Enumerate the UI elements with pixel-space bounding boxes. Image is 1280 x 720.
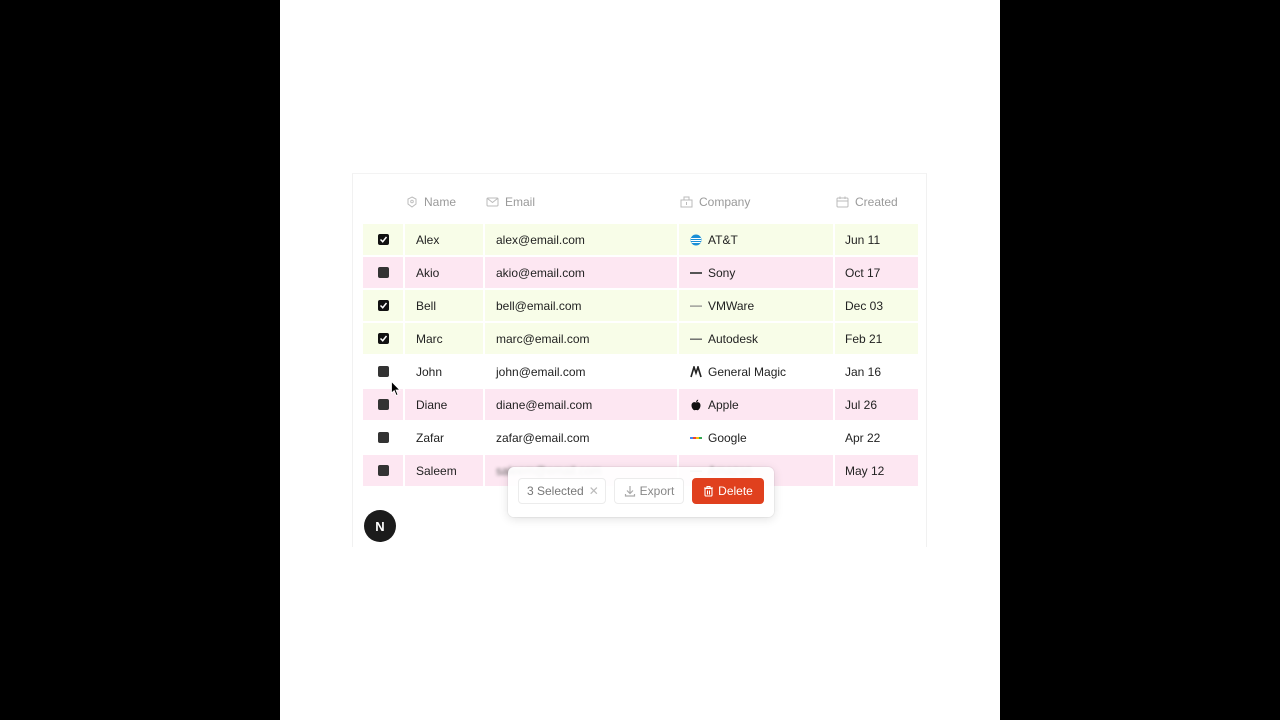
cell-created: Oct 17 [845, 265, 881, 280]
vmware-icon [690, 300, 702, 312]
cell-created: Jan 16 [845, 364, 882, 379]
cell-created: Dec 03 [845, 298, 884, 313]
mail-icon [486, 197, 499, 207]
company-label: AT&T [708, 232, 738, 247]
download-icon [624, 486, 635, 497]
calendar-icon [836, 196, 849, 208]
company-label: Autodesk [708, 331, 759, 346]
cell-name: Diane [405, 389, 485, 420]
cell-company: Sony [679, 257, 835, 288]
table-row[interactable]: John john@email.com General Magic Jan 16 [363, 356, 918, 387]
table-row[interactable]: Diane diane@email.com Apple Jul 26 [363, 389, 918, 420]
cell-email: john@email.com [485, 356, 679, 387]
badge-letter: N [375, 518, 385, 534]
cell-name: Marc [405, 323, 485, 354]
cell-created: Jul 26 [845, 397, 878, 412]
delete-label: Delete [718, 484, 753, 498]
tag-icon [407, 196, 417, 208]
check-icon [379, 302, 387, 309]
row-checkbox-cell [363, 422, 405, 453]
export-button[interactable]: Export [614, 478, 684, 504]
header-email-label: Email [505, 195, 536, 209]
delete-button[interactable]: Delete [692, 478, 764, 504]
cell-created: Jun 11 [845, 232, 881, 247]
row-checkbox[interactable] [377, 399, 389, 410]
row-checkbox[interactable] [377, 300, 389, 311]
cell-name: Bell [405, 290, 485, 321]
row-checkbox[interactable] [377, 366, 389, 377]
row-checkbox[interactable] [377, 432, 389, 443]
row-checkbox[interactable] [377, 465, 389, 476]
row-checkbox-cell [363, 323, 405, 354]
table-row[interactable]: Zafar zafar@email.com Google Apr 22 [363, 422, 918, 453]
cell-company: VMWare [679, 290, 835, 321]
cell-created: Apr 22 [845, 430, 881, 445]
row-checkbox-cell [363, 224, 405, 255]
row-checkbox-cell [363, 257, 405, 288]
cell-company: AT&T [679, 224, 835, 255]
google-icon [690, 432, 702, 444]
cell-company: Apple [679, 389, 835, 420]
building-icon [680, 196, 693, 208]
row-checkbox-cell [363, 455, 405, 486]
cell-name: Zafar [405, 422, 485, 453]
row-checkbox[interactable] [377, 267, 389, 278]
cell-company: Google [679, 422, 835, 453]
table-row[interactable]: Marc marc@email.com Autodesk Feb 21 [363, 323, 918, 354]
header-company[interactable]: Company [680, 193, 750, 211]
company-label: VMWare [708, 298, 755, 313]
cell-name: Akio [405, 257, 485, 288]
company-label: General Magic [708, 364, 787, 379]
mouse-cursor-icon [391, 381, 401, 397]
sony-icon [690, 267, 702, 279]
row-checkbox[interactable] [377, 333, 389, 344]
table-row[interactable]: Bell bell@email.com VMWare Dec 03 [363, 290, 918, 321]
apple-icon [690, 399, 702, 411]
trash-icon [704, 485, 714, 497]
header-name[interactable]: Name [406, 193, 456, 211]
cell-created: May 12 [845, 463, 885, 478]
check-icon [379, 335, 387, 342]
selected-count-chip: 3 Selected ✕ [518, 478, 606, 504]
selection-toolbar: 3 Selected ✕ Export Delete [508, 467, 774, 517]
cell-created: Feb 21 [845, 331, 883, 346]
cell-email: zafar@email.com [485, 422, 679, 453]
header-created-label: Created [855, 195, 898, 209]
cell-company: General Magic [679, 356, 835, 387]
company-label: Apple [708, 397, 739, 412]
cell-email: akio@email.com [485, 257, 679, 288]
att-icon [690, 234, 702, 246]
company-label: Google [708, 430, 747, 445]
table-row[interactable]: Akio akio@email.com Sony Oct 17 [363, 257, 918, 288]
cell-email: bell@email.com [485, 290, 679, 321]
general-magic-icon [690, 365, 702, 378]
cell-company: Autodesk [679, 323, 835, 354]
cell-email: marc@email.com [485, 323, 679, 354]
header-email[interactable]: Email [486, 193, 535, 211]
next-badge[interactable]: N [364, 510, 396, 542]
header-company-label: Company [699, 195, 751, 209]
cell-name: John [405, 356, 485, 387]
row-checkbox[interactable] [377, 234, 389, 245]
cell-email: diane@email.com [485, 389, 679, 420]
table-row[interactable]: Alex alex@email.com AT&T Jun 11 [363, 224, 918, 255]
autodesk-icon [690, 333, 702, 345]
selected-count-label: 3 Selected [527, 484, 584, 498]
export-label: Export [639, 484, 675, 498]
check-icon [379, 236, 387, 243]
close-icon[interactable]: ✕ [589, 484, 599, 498]
company-label: Sony [708, 265, 736, 280]
cell-email: alex@email.com [485, 224, 679, 255]
cell-name: Alex [405, 224, 485, 255]
cell-name: Saleem [405, 455, 485, 486]
header-name-label: Name [424, 195, 457, 209]
header-created[interactable]: Created [836, 193, 898, 211]
row-checkbox-cell [363, 290, 405, 321]
